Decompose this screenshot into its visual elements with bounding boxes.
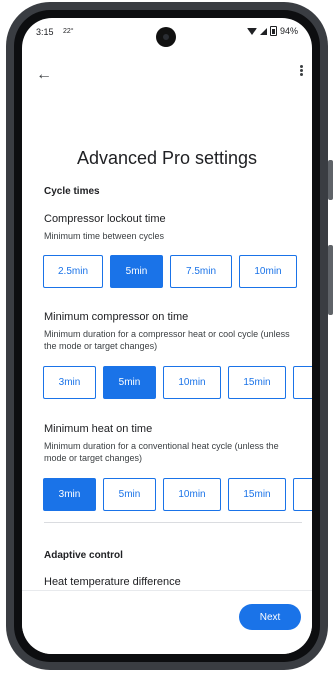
page-title: Advanced Pro settings [76, 148, 258, 168]
option-10min[interactable]: 10min [163, 366, 221, 399]
option-5min-selected[interactable]: 5min [103, 366, 156, 399]
option-more-clipped[interactable] [293, 366, 312, 399]
more-vert-icon[interactable] [299, 64, 303, 80]
status-time: 3:15 [36, 27, 54, 37]
option-10min[interactable]: 10min [163, 478, 221, 511]
min-compressor-on-options: 3min 5min 10min 15min [43, 366, 312, 399]
option-more-clipped[interactable] [293, 478, 312, 511]
screen: 3:15 22° 94% ← Advanced Pro settings Cyc… [22, 18, 312, 654]
battery-icon [269, 26, 277, 36]
signal-icon [259, 27, 267, 35]
option-5min[interactable]: 5min [103, 478, 156, 511]
option-7-5min[interactable]: 7.5min [170, 255, 232, 288]
phone-frame: 3:15 22° 94% ← Advanced Pro settings Cyc… [0, 0, 334, 674]
camera-cutout [156, 27, 176, 47]
section-divider [44, 522, 302, 523]
battery-percent: 94% [279, 26, 298, 36]
min-compressor-on-title: Minimum compressor on time [44, 311, 189, 323]
option-3min-selected[interactable]: 3min [43, 478, 96, 511]
wifi-icon [246, 27, 257, 35]
option-15min[interactable]: 15min [228, 366, 286, 399]
min-compressor-on-description: Minimum duration for a compressor heat o… [44, 329, 290, 351]
compressor-lockout-options: 2.5min 5min 7.5min 10min [43, 255, 297, 288]
option-3min[interactable]: 3min [43, 366, 96, 399]
option-5min-selected[interactable]: 5min [110, 255, 163, 288]
min-heat-on-options: 3min 5min 10min 15min [43, 478, 312, 511]
top-app-bar: ← [22, 62, 312, 86]
option-15min[interactable]: 15min [228, 478, 286, 511]
heat-temperature-difference-title: Heat temperature difference [44, 576, 181, 588]
next-button[interactable]: Next [239, 604, 301, 630]
min-heat-on-description: Minimum duration for a conventional heat… [44, 441, 279, 463]
option-10min[interactable]: 10min [239, 255, 297, 288]
status-bar: 3:15 22° 94% [22, 18, 312, 48]
power-button [328, 160, 333, 200]
compressor-lockout-description: Minimum time between cycles [44, 231, 165, 241]
arrow-left-icon[interactable]: ← [36, 66, 52, 84]
section-heading-adaptive-control: Adaptive control [44, 550, 123, 561]
volume-button [328, 245, 333, 315]
option-2-5min[interactable]: 2.5min [43, 255, 103, 288]
status-temperature: 22° [63, 28, 74, 35]
status-icons: 94% [246, 26, 298, 36]
section-heading-cycle-times: Cycle times [44, 186, 100, 197]
min-heat-on-title: Minimum heat on time [44, 423, 153, 435]
compressor-lockout-title: Compressor lockout time [44, 213, 166, 225]
